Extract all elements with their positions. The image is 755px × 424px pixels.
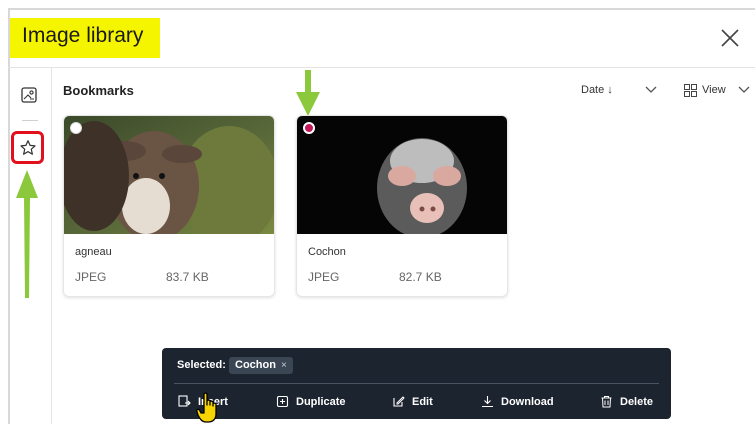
download-label: Download	[501, 395, 554, 408]
chevron-down-icon[interactable]	[645, 86, 657, 94]
trash-icon	[601, 396, 612, 408]
edit-button[interactable]: Edit	[392, 395, 433, 408]
card-type: JPEG	[75, 270, 107, 284]
grid-icon[interactable]	[684, 84, 697, 97]
card-name: Cochon	[308, 246, 346, 258]
insert-icon	[178, 395, 191, 407]
duplicate-button[interactable]: Duplicate	[276, 395, 346, 408]
image-card-selected[interactable]: Cochon JPEG 82.7 KB	[296, 115, 508, 297]
download-button[interactable]: Download	[481, 395, 554, 408]
close-icon	[721, 29, 739, 47]
pig-image	[297, 116, 507, 234]
chip-close-icon[interactable]: ×	[281, 357, 287, 374]
dialog-top-border	[8, 8, 755, 10]
select-checkbox[interactable]	[70, 122, 82, 134]
download-icon	[482, 396, 493, 408]
section-title: Bookmarks	[63, 83, 134, 98]
sidebar-divider	[22, 120, 38, 121]
chevron-down-icon[interactable]	[738, 86, 750, 94]
image-card[interactable]: agneau JPEG 83.7 KB	[63, 115, 275, 297]
header-divider	[8, 67, 755, 68]
close-button[interactable]	[718, 26, 742, 50]
selected-chip[interactable]: Cochon ×	[229, 357, 293, 374]
hand-cursor-icon	[196, 392, 217, 423]
sidebar-item-bookmarks[interactable]	[11, 131, 44, 164]
selected-label: Selected:	[177, 359, 226, 371]
card-type: JPEG	[308, 270, 340, 284]
dialog-title: Image library	[22, 24, 144, 47]
selected-chip-label: Cochon	[235, 359, 276, 371]
view-dropdown[interactable]: View	[702, 84, 726, 96]
duplicate-label: Duplicate	[296, 395, 346, 408]
annotation-arrow-up	[16, 170, 38, 298]
delete-label: Delete	[620, 395, 654, 408]
image-library-icon	[21, 87, 37, 103]
card-size: 82.7 KB	[399, 270, 442, 284]
card-size: 83.7 KB	[166, 270, 209, 284]
sort-dropdown[interactable]: Date ↓	[581, 84, 613, 96]
edit-label: Edit	[412, 395, 433, 408]
delete-button[interactable]: Delete	[600, 395, 653, 408]
selection-toolbar: Selected: Cochon × Insert Duplicate	[162, 348, 671, 419]
lamb-image	[64, 116, 274, 234]
star-icon	[20, 140, 36, 155]
edit-icon	[393, 396, 405, 407]
select-checkbox-checked[interactable]	[303, 122, 315, 134]
toolbar-divider	[174, 383, 659, 384]
duplicate-icon	[276, 395, 289, 408]
annotation-arrow-down	[296, 70, 320, 116]
sidebar-item-library[interactable]	[18, 84, 40, 106]
image-library-dialog: Image library Bookmarks Date ↓ View agne…	[0, 0, 755, 424]
card-name: agneau	[75, 246, 112, 258]
